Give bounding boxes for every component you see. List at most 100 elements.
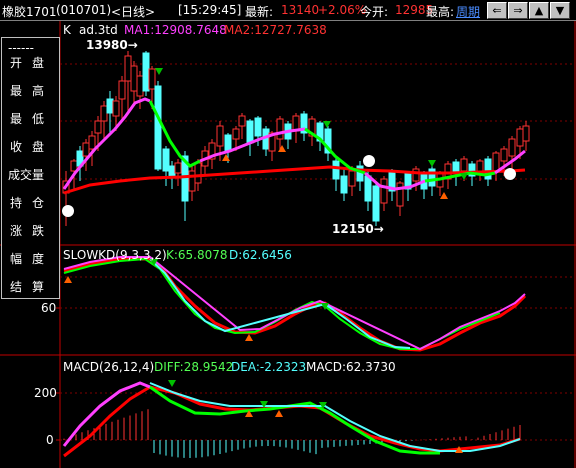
candle-body [412,168,420,182]
macd-dea-value: DEA:-2.2323 [231,360,307,374]
macd-title: MACD(26,12,4) [63,360,155,374]
zoom-in-button[interactable]: ▲ [529,2,549,19]
candle-body [112,100,120,117]
candle-body [148,68,156,90]
candle-body [224,134,232,152]
smiley-icon [363,155,375,167]
candle-body [188,170,196,192]
candle-body [142,52,150,92]
panel-high: 最高 [10,84,55,98]
smiley-icon [62,205,74,217]
kd-k-value: K:65.8078 [166,248,228,262]
candle-body [168,165,176,177]
candle-body [154,85,162,170]
up-arrow-icon [440,192,448,199]
period-label: <日线> [111,5,156,19]
candle-body [364,175,372,202]
up-arrow-icon [245,334,253,341]
period-link[interactable]: 周期 [456,3,480,20]
high-label: 最高: [426,5,455,19]
candle-body [162,148,170,172]
candle-body [88,135,96,150]
candle-body [130,65,138,92]
panel-dashes: ------ [8,41,34,55]
kd-d-line [63,257,527,352]
trough-price-label: 12150→ [332,222,384,236]
change-percent: +2.06% [318,3,367,17]
candle-body [508,138,516,157]
ma1-value: MA1:12908.7648 [124,23,227,37]
kd-k-line [63,257,501,350]
panel-volume: 成交量 [8,168,45,182]
up-arrow-icon [278,145,286,152]
candle-body [94,120,102,134]
candle-body [100,105,108,122]
panel-frames [0,21,576,468]
signal-arrows-kd [64,259,329,341]
panel-settlement: 结算 [10,280,55,294]
kd-title: SLOWKD(9,3,3,2) [63,248,167,262]
peak-price-label: 13980→ [86,38,138,52]
candle-body [194,162,202,184]
candle-body [238,115,246,127]
contract-code: (010701) [56,3,112,17]
candle-body [380,178,388,204]
candle-body [332,160,340,180]
candle-body [106,98,114,114]
up-arrow-icon [222,154,230,161]
candle-body [246,120,254,144]
candlesticks [62,51,530,226]
macd-macd-value: MACD:62.3730 [306,360,396,374]
macd-axis-200: 200 [34,386,57,400]
candle-body [500,148,508,162]
panel-change: 涨跌 [10,224,55,238]
candle-body [516,128,524,147]
chart-canvas[interactable] [0,21,576,468]
candle-body [174,162,182,174]
candle-body [340,175,348,194]
time-label: [15:29:45] [178,3,242,17]
title-bar: 橡胶1701 (010701) <日线> [15:29:45] 最新: 1314… [0,0,576,21]
candle-body [118,80,126,100]
kd-d-value: D:62.6456 [229,248,292,262]
candle-body [276,118,284,140]
open-label: 今开: [360,5,389,19]
panel-amplitude: 幅度 [10,252,55,266]
macd-axis-0: 0 [46,433,54,447]
main-indicator-name: ad.3td [79,23,118,37]
candle-body [372,185,380,222]
candle-body [522,125,530,142]
panel-low: 最低 [10,112,55,126]
candle-body [82,142,90,157]
smiley-icon [504,168,516,180]
candle-body [460,158,468,172]
latest-value: 13140 [281,3,320,17]
down-arrow-icon [168,380,176,387]
candle-body [348,170,356,187]
scroll-right-button[interactable]: ⇒ [508,2,528,19]
down-arrow-icon [323,121,331,128]
down-arrow-icon [155,68,163,75]
panel-open-interest: 持仓 [10,196,55,210]
scroll-left-button[interactable]: ⇐ [487,2,507,19]
latest-label: 最新: [245,5,274,19]
main-indicator-k: K [63,23,71,37]
macd-diff-line [62,381,151,447]
price-info-panel: ------ 开盘 最高 最低 收盘 成交量 持仓 涨跌 幅度 结算 [1,37,60,299]
candle-body [396,182,404,207]
zoom-out-button[interactable]: ▼ [550,2,570,19]
down-arrow-icon [428,160,436,167]
panel-open: 开盘 [10,56,55,70]
candle-body [492,152,500,172]
candle-body [232,128,240,140]
contract-name: 橡胶1701 [2,5,57,19]
candle-body [254,117,262,137]
kd-axis-60: 60 [41,301,57,315]
ma2-value: MA2:12727.7638 [224,23,327,37]
macd-diff-value: DIFF:28.9542 [154,360,234,374]
candle-body [124,55,132,82]
panel-close: 收盘 [10,140,55,154]
candle-body [136,75,144,97]
candle-body [216,125,224,147]
up-arrow-icon [275,410,283,417]
